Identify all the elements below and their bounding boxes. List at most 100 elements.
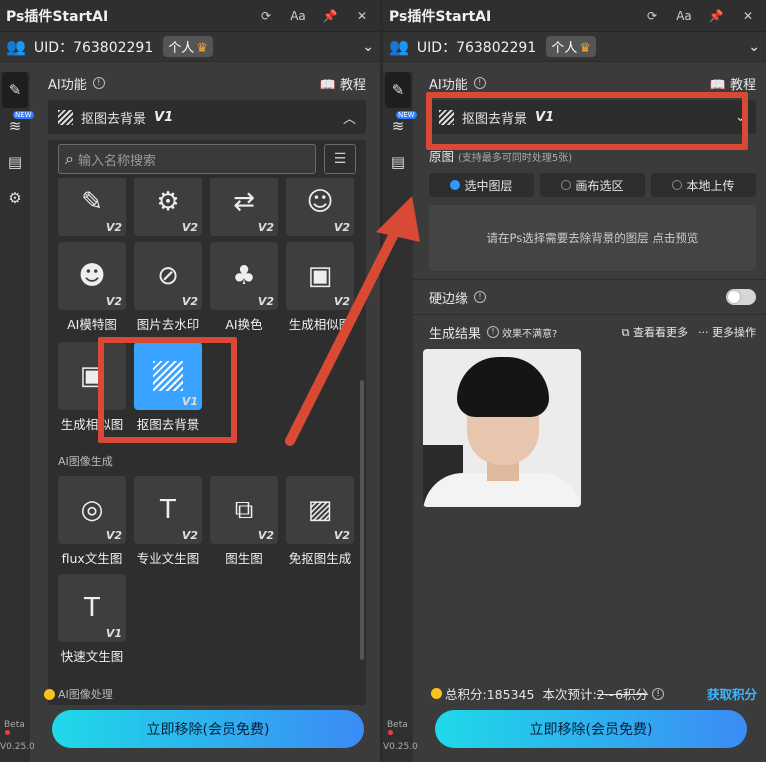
result-title: 生成结果 <box>429 326 482 342</box>
remove-button-label: 立即移除(会员免费) <box>146 722 270 738</box>
more-ops-link[interactable]: ··· 更多操作 <box>698 324 756 340</box>
chevron-down-icon[interactable]: ⌄ <box>748 39 760 55</box>
tile-icon: ✎ V2 <box>58 168 126 236</box>
tile-10[interactable]: ◎ V2 flux文生图 <box>58 476 126 567</box>
tile-version: V2 <box>181 221 198 234</box>
result-header: 生成结果 ! 效果不满意? ⧉ 查看看更多 ··· 更多操作 <box>429 321 756 343</box>
dropzone-text: 请在Ps选择需要去除背景的图层 点击预览 <box>486 231 699 245</box>
clipboard-icon[interactable]: ▤ <box>0 144 30 180</box>
source-hint: (支持最多可同时处理5张) <box>458 153 573 164</box>
gear-icon[interactable]: ⚙ <box>0 180 30 216</box>
tile-version: V1 <box>105 627 122 640</box>
red-dot <box>5 730 10 735</box>
beta-text: Beta <box>4 720 25 730</box>
info-icon[interactable]: ! <box>92 77 105 89</box>
hard-edge-toggle[interactable] <box>726 289 756 305</box>
tile-label: 图片去水印 <box>136 317 200 332</box>
function-selector[interactable]: 抠图去背景 V1 ︿ <box>48 100 366 134</box>
option-local-upload[interactable]: 本地上传 <box>651 173 756 197</box>
plan-badge[interactable]: 个人 ♛ <box>546 36 596 57</box>
font-size-icon[interactable]: Aa <box>286 9 310 23</box>
chevron-up-icon[interactable]: ︿ <box>343 108 356 127</box>
source-options: 选中图层 画布选区 本地上传 <box>429 173 756 197</box>
refresh-icon[interactable]: ⟳ <box>640 9 664 23</box>
layers-icon[interactable]: ≋ NEW <box>0 108 34 144</box>
list-view-button[interactable]: ☰ <box>324 144 356 174</box>
result-thumbnail[interactable] <box>423 349 581 507</box>
option-selected-layer[interactable]: 选中图层 <box>429 173 534 197</box>
refresh-icon[interactable]: ⟳ <box>254 9 278 23</box>
tile-icon: ⧉ V2 <box>210 476 278 544</box>
info-icon[interactable]: ! <box>473 77 486 89</box>
tile-version: V2 <box>257 529 274 542</box>
chevron-down-icon[interactable]: ⌄ <box>362 39 374 55</box>
tile-version: V2 <box>181 529 198 542</box>
tile-7[interactable]: ▣ V2 生成相似图 <box>286 242 354 333</box>
tutorial-label: 教程 <box>339 77 366 93</box>
info-icon[interactable]: ! <box>487 326 500 338</box>
selector-version: V1 <box>154 109 174 125</box>
edit-icon[interactable]: ✎ <box>385 72 411 108</box>
tile-label: flux文生图 <box>61 551 123 566</box>
tutorial-link[interactable]: 📖 教程 <box>320 74 366 93</box>
unsatisfied-link[interactable]: 效果不满意? <box>502 325 557 340</box>
info-icon[interactable]: ! <box>652 687 665 700</box>
pin-icon[interactable]: 📌 <box>318 9 342 23</box>
tile-4[interactable]: ☻ V2 AI模特图 <box>58 242 126 333</box>
tile-icon: T V1 <box>58 574 126 642</box>
tile-icon: ☺ V2 <box>286 168 354 236</box>
clipboard-icon[interactable]: ▤ <box>383 144 413 180</box>
points-row: 总积分:185345 本次预计: 2~6积分 ! 获取积分 <box>431 684 757 703</box>
plan-badge[interactable]: 个人 ♛ <box>163 36 213 57</box>
tile-11[interactable]: T V2 专业文生图 <box>134 476 202 567</box>
search-input[interactable]: ⌕ 输入名称搜索 <box>58 144 316 174</box>
account-bar: 👥 UID：763802291 个人 ♛ ⌄ <box>383 32 766 62</box>
more-ops-label: 更多操作 <box>712 326 756 339</box>
right-plugin-panel: Ps插件StartAI ⟳ Aa 📌 ✕ 👥 UID：763802291 个人 ♛… <box>383 0 766 762</box>
tile-13[interactable]: ▨ V2 免抠图生成 <box>286 476 354 567</box>
section-title: AI功能 <box>429 77 468 93</box>
close-icon[interactable]: ✕ <box>736 9 760 23</box>
remove-button[interactable]: 立即移除(会员免费) <box>52 710 364 748</box>
coin-icon <box>431 688 442 699</box>
tile-5[interactable]: ⊘ V2 图片去水印 <box>134 242 202 333</box>
radio-off <box>672 180 683 190</box>
group-ai-gen: AI图像生成 <box>58 455 113 468</box>
tile-icon: ♣ V2 <box>210 242 278 310</box>
see-more-link[interactable]: ⧉ 查看看更多 <box>622 324 688 340</box>
remove-button[interactable]: 立即移除(会员免费) <box>435 710 747 748</box>
layers-icon[interactable]: ≋ NEW <box>383 108 417 144</box>
remove-button-label: 立即移除(会员免费) <box>529 722 653 738</box>
title-bar: Ps插件StartAI ⟳ Aa 📌 ✕ <box>383 0 766 32</box>
uid-label: UID：763802291 <box>33 39 154 56</box>
option-canvas-selection[interactable]: 画布选区 <box>540 173 645 197</box>
get-points-link[interactable]: 获取积分 <box>707 684 757 703</box>
search-icon: ⌕ <box>65 149 74 168</box>
tile-icon: ▨ V2 <box>286 476 354 544</box>
font-size-icon[interactable]: Aa <box>672 9 696 23</box>
tile-icon: ⊘ V2 <box>134 242 202 310</box>
close-icon[interactable]: ✕ <box>350 9 374 23</box>
plan-label: 个人 <box>168 41 195 56</box>
preview-dropzone[interactable]: 请在Ps选择需要去除背景的图层 点击预览 <box>429 205 756 271</box>
tile-icon: ▣ V2 <box>286 242 354 310</box>
app-title: Ps插件StartAI <box>389 8 492 25</box>
tile-12[interactable]: ⧉ V2 图生图 <box>210 476 278 567</box>
tile-6[interactable]: ♣ V2 AI换色 <box>210 242 278 333</box>
search-placeholder: 输入名称搜索 <box>77 153 156 169</box>
tile-version: V2 <box>105 529 122 542</box>
coin-icon <box>44 684 55 703</box>
hard-edge-row: 硬边缘 ! <box>429 286 756 308</box>
pin-icon[interactable]: 📌 <box>704 9 728 23</box>
tile-version: V2 <box>257 295 274 308</box>
scrollbar[interactable] <box>360 380 364 660</box>
tile-label: 快速文生图 <box>60 649 124 664</box>
side-rail: ✎ ≋ NEW ▤ Beta V0.25.0 <box>383 72 418 762</box>
info-icon[interactable]: ! <box>474 291 487 303</box>
tile-14[interactable]: T V1 快速文生图 <box>58 574 126 665</box>
edit-icon[interactable]: ✎ <box>2 72 28 108</box>
cutout-icon <box>58 109 73 125</box>
tile-version: V2 <box>333 529 350 542</box>
tutorial-link[interactable]: 📖 教程 <box>710 74 756 93</box>
new-badge: NEW <box>396 111 417 119</box>
